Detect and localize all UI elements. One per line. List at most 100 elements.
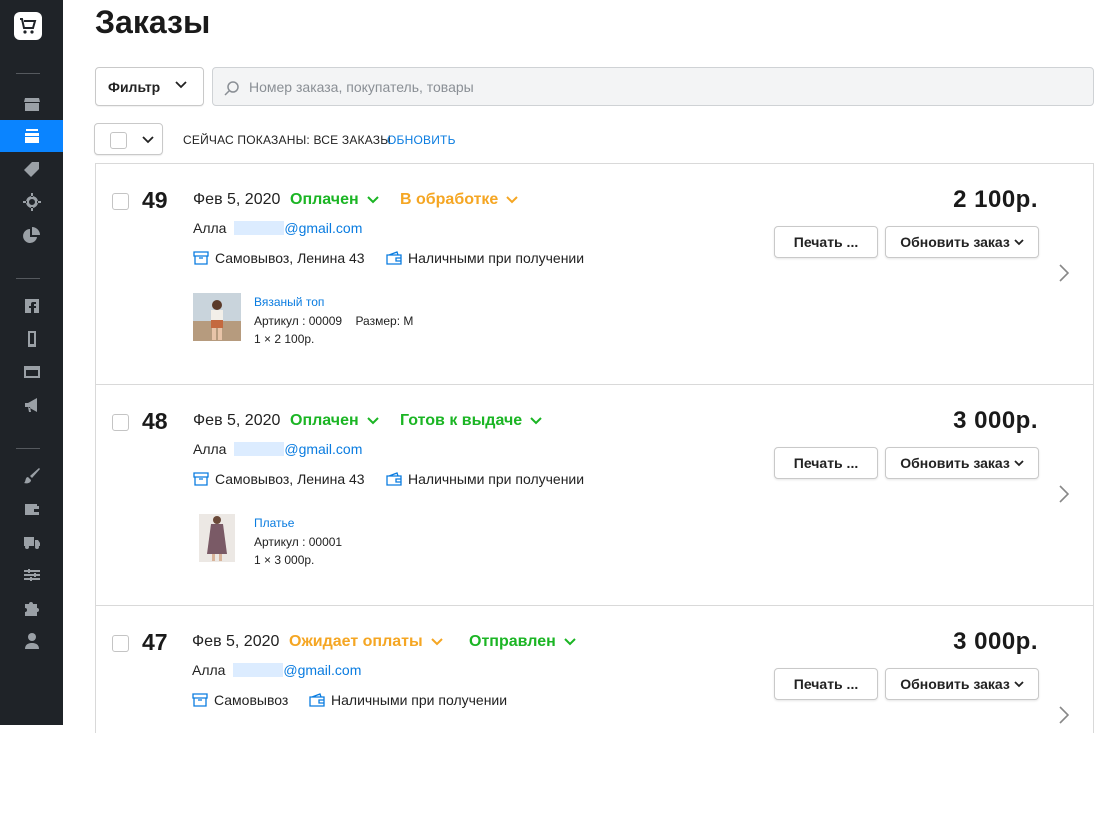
update-order-label: Обновить заказ bbox=[900, 234, 1010, 250]
sidebar-item-tracking[interactable] bbox=[0, 186, 63, 218]
box-icon bbox=[193, 251, 209, 265]
chevron-down-icon bbox=[530, 417, 542, 425]
delivery-info: Самовывоз, Ленина 43 bbox=[193, 471, 365, 487]
chevron-down-icon bbox=[175, 81, 187, 89]
order-row[interactable]: 48 Фев 5, 2020 Оплачен Готов к выдаче Ал… bbox=[96, 385, 1093, 606]
product-name-link[interactable]: Вязаный топ bbox=[254, 295, 324, 309]
payment-method-label: Наличными при получении bbox=[408, 250, 585, 266]
brush-icon bbox=[23, 468, 40, 484]
chevron-down-icon bbox=[430, 638, 443, 646]
sidebar-item-delivery[interactable] bbox=[0, 526, 63, 558]
payment-info: Наличными при получении bbox=[386, 471, 584, 487]
payment-status-dropdown[interactable]: Ожидает оплаты bbox=[289, 633, 443, 651]
sidebar-item-design[interactable] bbox=[0, 460, 63, 492]
select-all-checkbox[interactable] bbox=[110, 132, 127, 149]
update-order-button[interactable]: Обновить заказ bbox=[885, 226, 1039, 258]
sidebar-divider bbox=[16, 448, 40, 449]
delivery-label: Самовывоз, Ленина 43 bbox=[215, 250, 365, 266]
order-checkbox[interactable] bbox=[112, 635, 129, 652]
mobile-icon bbox=[27, 331, 36, 347]
chevron-right-icon[interactable] bbox=[1059, 485, 1069, 503]
sidebar-item-analytics[interactable] bbox=[0, 219, 63, 251]
payment-status-dropdown[interactable]: Оплачен bbox=[290, 191, 379, 209]
print-button[interactable]: Печать ... bbox=[774, 226, 878, 258]
order-number: 48 bbox=[142, 408, 168, 434]
update-order-button[interactable]: Обновить заказ bbox=[885, 447, 1039, 479]
megaphone-icon bbox=[24, 398, 37, 412]
order-date: Фев 5, 2020 bbox=[192, 633, 280, 650]
product-meta: Артикул : 00009 Размер: M bbox=[254, 314, 414, 328]
fulfillment-status-dropdown[interactable]: Отправлен bbox=[469, 633, 576, 651]
order-checkbox[interactable] bbox=[112, 414, 129, 431]
facebook-icon bbox=[24, 299, 39, 313]
chevron-down-icon bbox=[1014, 680, 1024, 687]
buyer-email[interactable]: @gmail.com bbox=[284, 441, 362, 457]
buyer-email[interactable]: @gmail.com bbox=[283, 662, 361, 678]
order-row[interactable]: 49 Фев 5, 2020 Оплачен В обработке Алла … bbox=[96, 164, 1093, 385]
wallet-icon bbox=[309, 693, 325, 707]
product-thumbnail[interactable] bbox=[193, 293, 241, 341]
sidebar bbox=[0, 0, 63, 725]
search-icon bbox=[224, 81, 239, 96]
product-quantity: 1 × 3 000р. bbox=[254, 553, 315, 567]
search-placeholder: Номер заказа, покупатель, товары bbox=[249, 78, 474, 95]
sidebar-item-settings[interactable] bbox=[0, 559, 63, 591]
payment-method-label: Наличными при получении bbox=[408, 471, 585, 487]
delivery-label: Самовывоз, Ленина 43 bbox=[215, 471, 365, 487]
order-row[interactable]: 47 Фев 5, 2020 Ожидает оплаты Отправлен … bbox=[96, 606, 1093, 827]
update-order-button[interactable]: Обновить заказ bbox=[885, 668, 1039, 700]
buyer-email[interactable]: @gmail.com bbox=[284, 220, 362, 236]
bulk-select-dropdown[interactable] bbox=[94, 123, 163, 155]
sidebar-item-facebook[interactable] bbox=[0, 290, 63, 322]
sidebar-item-website[interactable] bbox=[0, 356, 63, 388]
tag-icon bbox=[23, 162, 39, 177]
sidebar-item-account[interactable] bbox=[0, 625, 63, 657]
chevron-right-icon[interactable] bbox=[1059, 264, 1069, 282]
filter-button[interactable]: Фильтр bbox=[95, 67, 204, 106]
fulfillment-status-dropdown[interactable]: Готов к выдаче bbox=[400, 412, 542, 430]
sidebar-item-store[interactable] bbox=[0, 88, 63, 120]
product-quantity: 1 × 2 100р. bbox=[254, 332, 315, 346]
chevron-down-icon bbox=[366, 196, 379, 204]
search-input[interactable]: Номер заказа, покупатель, товары bbox=[212, 67, 1094, 106]
fulfillment-status-dropdown[interactable]: В обработке bbox=[400, 191, 519, 209]
refresh-link[interactable]: ОБНОВИТЬ bbox=[387, 133, 456, 147]
page-title: Заказы bbox=[95, 4, 211, 40]
store-icon bbox=[23, 98, 40, 111]
buyer-info: Алла @gmail.com bbox=[193, 220, 362, 236]
order-number: 49 bbox=[142, 187, 168, 213]
payment-status-label: Оплачен bbox=[290, 191, 359, 208]
product-name-link[interactable]: Платье bbox=[254, 516, 294, 530]
sidebar-divider bbox=[16, 73, 40, 74]
chevron-down-icon bbox=[142, 136, 154, 144]
chevron-right-icon[interactable] bbox=[1059, 706, 1069, 724]
buyer-name: Алла bbox=[193, 441, 227, 457]
payment-status-dropdown[interactable]: Оплачен bbox=[290, 412, 379, 430]
sidebar-divider bbox=[16, 278, 40, 279]
sidebar-item-products[interactable] bbox=[0, 153, 63, 185]
user-icon bbox=[24, 633, 39, 649]
wallet-icon bbox=[386, 251, 402, 265]
chevron-down-icon bbox=[1014, 459, 1024, 466]
sliders-icon bbox=[23, 569, 40, 581]
order-date: Фев 5, 2020 bbox=[193, 191, 281, 208]
sidebar-item-marketing[interactable] bbox=[0, 389, 63, 421]
sidebar-item-mobile[interactable] bbox=[0, 323, 63, 355]
fulfillment-status-label: Отправлен bbox=[469, 633, 556, 650]
sidebar-item-orders[interactable] bbox=[0, 120, 63, 152]
payment-status-label: Ожидает оплаты bbox=[289, 633, 423, 650]
buyer-name: Алла bbox=[192, 662, 226, 678]
print-button[interactable]: Печать ... bbox=[774, 668, 878, 700]
print-button[interactable]: Печать ... bbox=[774, 447, 878, 479]
sidebar-item-apps[interactable] bbox=[0, 592, 63, 624]
email-redaction bbox=[234, 442, 285, 456]
email-redaction bbox=[233, 663, 284, 677]
filter-label: Фильтр bbox=[108, 78, 161, 95]
shop-logo-icon[interactable] bbox=[14, 12, 42, 40]
product-thumbnail[interactable] bbox=[199, 514, 235, 562]
order-checkbox[interactable] bbox=[112, 193, 129, 210]
box-icon bbox=[192, 693, 208, 707]
delivery-info: Самовывоз, Ленина 43 bbox=[193, 250, 365, 266]
order-number: 47 bbox=[142, 629, 168, 655]
sidebar-item-payments[interactable] bbox=[0, 493, 63, 525]
